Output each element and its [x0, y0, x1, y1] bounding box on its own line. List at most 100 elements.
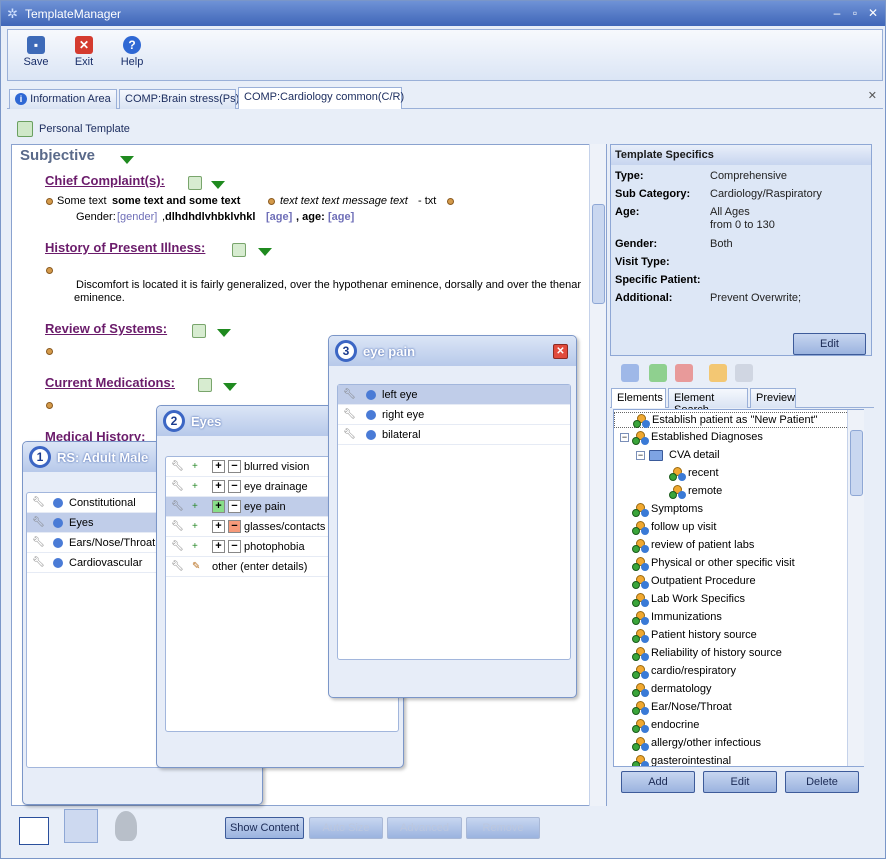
add-node-icon[interactable]: +	[192, 541, 204, 553]
info-icon[interactable]	[366, 410, 376, 420]
ros-heading[interactable]: Review of Systems:	[45, 321, 167, 336]
wrench-icon[interactable]: 🔧︎	[343, 409, 356, 421]
head-icon[interactable]	[115, 811, 137, 841]
wrench-icon[interactable]: 🔧︎	[171, 521, 184, 533]
tab-cardiology-common[interactable]: COMP:Cardiology common(C/R)	[238, 87, 404, 109]
expand-arrow-icon[interactable]	[217, 329, 231, 337]
list-item[interactable]: 🔧︎ bilateral	[338, 425, 570, 445]
minus-button[interactable]: −	[228, 480, 241, 493]
save-button[interactable]: ▪ Save	[16, 36, 56, 68]
list-item[interactable]: 🔧︎ right eye	[338, 405, 570, 425]
expand-arrow-icon[interactable]	[258, 248, 272, 256]
edit-section-icon[interactable]	[188, 176, 202, 190]
advanced-button[interactable]: Advanced	[387, 817, 462, 839]
expand-arrow-icon[interactable]	[211, 181, 225, 189]
plus-button[interactable]: +	[212, 500, 225, 513]
add-node-icon[interactable]: +	[192, 461, 204, 473]
minus-button[interactable]: −	[228, 460, 241, 473]
edit-element-button[interactable]: Edit	[703, 771, 777, 793]
element-icon	[633, 414, 649, 428]
add-node-icon[interactable]: +	[192, 501, 204, 513]
info-icon[interactable]	[53, 498, 63, 508]
collapse-icon[interactable]: −	[620, 433, 629, 442]
cc-age-value[interactable]: [age]	[266, 211, 292, 223]
wrench-icon[interactable]: 🔧︎	[343, 429, 356, 441]
plus-button[interactable]: +	[212, 520, 225, 533]
minus-button[interactable]: −	[228, 500, 241, 513]
expand-arrow-icon[interactable]	[120, 156, 134, 164]
window-view-icon[interactable]	[64, 809, 98, 843]
collapse-icon[interactable]: −	[636, 451, 645, 460]
remove-node-icon[interactable]	[675, 364, 693, 382]
tab-preview[interactable]: Preview	[750, 388, 796, 408]
tab-information-area[interactable]: i Information Area	[9, 89, 117, 109]
wrench-icon[interactable]: 🔧︎	[171, 461, 184, 473]
remove-button[interactable]: Remove	[466, 817, 540, 839]
info-icon[interactable]	[366, 390, 376, 400]
info-icon[interactable]	[53, 538, 63, 548]
cc-gender-value[interactable]: [gender]	[117, 211, 157, 223]
info-icon[interactable]	[366, 430, 376, 440]
edit-specifics-button[interactable]: Edit	[793, 333, 866, 355]
exit-button[interactable]: ✕ Exit	[64, 36, 104, 68]
hpi-heading[interactable]: History of Present Illness:	[45, 240, 205, 255]
close-popup-button[interactable]: ✕	[553, 344, 568, 359]
minus-button[interactable]: −	[228, 520, 241, 533]
info-icon[interactable]	[53, 558, 63, 568]
tab-elements[interactable]: Elements	[611, 388, 666, 408]
wrench-icon[interactable]: 🔧︎	[32, 517, 45, 529]
tab-brain-stress[interactable]: COMP:Brain stress(Ps)	[119, 89, 239, 109]
plus-button[interactable]: +	[212, 460, 225, 473]
tree-node[interactable]: Establish patient as "New Patient"	[614, 412, 849, 428]
list-view-icon[interactable]	[19, 817, 49, 845]
add-node-icon[interactable]: +	[192, 481, 204, 493]
edit-section-icon[interactable]	[232, 243, 246, 257]
help-button[interactable]: ? Help	[112, 36, 152, 68]
info-icon[interactable]	[53, 518, 63, 528]
maximize-button[interactable]: ▫	[848, 6, 862, 20]
delete-element-button[interactable]: Delete	[785, 771, 859, 793]
expand-arrow-icon[interactable]	[223, 383, 237, 391]
plus-button[interactable]: +	[212, 480, 225, 493]
tree-scrollbar[interactable]	[847, 410, 864, 766]
popup-header[interactable]: 3 eye pain ✕	[329, 336, 576, 366]
editor-scrollbar[interactable]	[589, 144, 606, 806]
import-icon[interactable]	[621, 364, 639, 382]
close-tab-icon[interactable]: ✕	[868, 89, 877, 102]
minus-button[interactable]: −	[228, 540, 241, 553]
tab-element-search[interactable]: Element Search	[668, 388, 748, 416]
wrench-icon[interactable]: 🔧︎	[32, 497, 45, 509]
close-window-button[interactable]: ✕	[866, 6, 880, 20]
chief-complaint-heading[interactable]: Chief Complaint(s):	[45, 173, 165, 188]
wrench-icon[interactable]: 🔧︎	[171, 541, 184, 553]
node-label: CVA detail	[669, 449, 720, 461]
edit-section-icon[interactable]	[198, 378, 212, 392]
wrench-icon[interactable]: 🔧︎	[32, 557, 45, 569]
wrench-icon[interactable]: 🔧︎	[171, 481, 184, 493]
popup-eye-pain[interactable]: 3 eye pain ✕ 🔧︎ left eye 🔧︎ right eye 🔧︎ bi…	[328, 335, 577, 698]
copy-icon[interactable]	[735, 364, 753, 382]
help-label: Help	[120, 56, 144, 68]
scrollbar-thumb[interactable]	[592, 204, 605, 304]
plus-button[interactable]: +	[212, 540, 225, 553]
group-icon[interactable]	[709, 364, 727, 382]
wrench-icon[interactable]: 🔧︎	[171, 501, 184, 513]
minimize-button[interactable]: –	[830, 6, 844, 20]
node-label: Patient history source	[651, 629, 757, 641]
show-content-button[interactable]: Show Content	[225, 817, 304, 839]
add-node-icon[interactable]: +	[192, 521, 204, 533]
list-item[interactable]: 🔧︎ left eye	[338, 385, 570, 405]
cc-text-e: dlhdhdlvhbklvhkl	[165, 211, 256, 223]
wrench-icon[interactable]: 🔧︎	[32, 537, 45, 549]
add-element-button[interactable]: Add	[621, 771, 695, 793]
download-icon[interactable]	[649, 364, 667, 382]
auto-size-button[interactable]: Auto Size	[309, 817, 383, 839]
pencil-icon[interactable]: ✎	[192, 561, 204, 573]
elements-tree[interactable]: Establish patient as "New Patient" − Est…	[613, 409, 864, 767]
cc-age-value-2[interactable]: [age]	[328, 211, 354, 223]
wrench-icon[interactable]: 🔧︎	[171, 561, 184, 573]
edit-section-icon[interactable]	[192, 324, 206, 338]
medications-heading[interactable]: Current Medications:	[45, 375, 175, 390]
wrench-icon[interactable]: 🔧︎	[343, 389, 356, 401]
scrollbar-thumb[interactable]	[850, 430, 863, 496]
